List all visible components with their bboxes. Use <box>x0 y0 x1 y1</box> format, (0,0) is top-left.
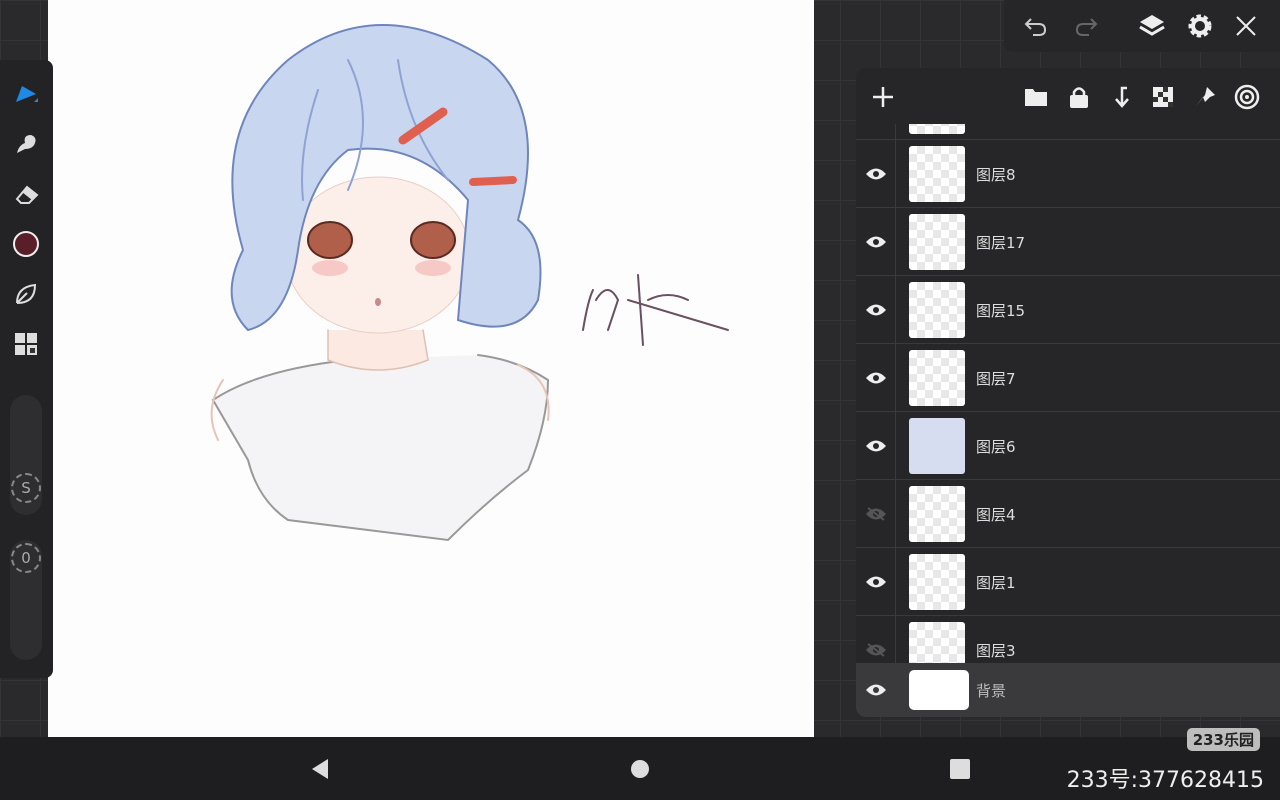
layer-row-background[interactable]: 背景 <box>856 663 1280 717</box>
layer-row[interactable] <box>856 124 1280 140</box>
user-id-watermark: 233号:377628415 <box>1066 768 1264 793</box>
drawing-canvas[interactable] <box>48 0 814 737</box>
eraser-tool-icon[interactable] <box>8 176 44 212</box>
layer-thumbnail <box>909 486 965 542</box>
visibility-eye-icon[interactable] <box>856 663 896 717</box>
add-layer-icon[interactable] <box>868 82 898 112</box>
layer-thumbnail <box>909 350 965 406</box>
layer-row[interactable]: 图层3 <box>856 615 1280 663</box>
watermark-logo: 233乐园 <box>1186 728 1260 751</box>
layer-row[interactable]: 图层6 <box>856 411 1280 480</box>
leaf-shape-icon[interactable] <box>8 276 44 312</box>
lock-icon[interactable] <box>1064 82 1094 112</box>
visibility-eye-icon[interactable] <box>856 276 896 344</box>
folder-icon[interactable] <box>1021 82 1051 112</box>
gallery-grid-icon[interactable] <box>8 326 44 362</box>
home-icon[interactable] <box>628 757 652 781</box>
brush-tool-icon[interactable] <box>8 76 44 112</box>
layer-name: 图层7 <box>976 370 1016 388</box>
hidden-eye-icon[interactable] <box>856 616 896 663</box>
layer-row[interactable]: 图层7 <box>856 343 1280 412</box>
pin-icon[interactable] <box>1190 82 1220 112</box>
merge-down-icon[interactable] <box>1106 82 1136 112</box>
recents-icon[interactable] <box>948 757 972 781</box>
undo-icon[interactable] <box>1020 10 1052 42</box>
layer-name: 图层4 <box>976 506 1016 524</box>
layer-list[interactable]: 图层8 图层17 图层15 图层7 图层6 图层4 图层1 图层3 <box>856 124 1280 663</box>
layer-thumbnail <box>909 214 965 270</box>
visibility-eye-icon[interactable] <box>856 140 896 208</box>
layer-thumbnail <box>909 418 965 474</box>
layer-thumbnail <box>909 554 965 610</box>
smudge-tool-icon[interactable] <box>8 126 44 162</box>
layer-row[interactable]: 图层17 <box>856 207 1280 276</box>
hidden-eye-icon[interactable] <box>856 480 896 548</box>
layer-name: 图层1 <box>976 574 1016 592</box>
layer-thumbnail <box>909 670 969 710</box>
settings-gear-icon[interactable] <box>1184 10 1216 42</box>
opacity-slider-handle[interactable]: 0 <box>11 543 41 573</box>
layer-name: 图层17 <box>976 234 1026 252</box>
back-icon[interactable] <box>308 757 332 781</box>
layer-name: 图层15 <box>976 302 1026 320</box>
visibility-eye-icon[interactable] <box>856 208 896 276</box>
close-icon[interactable] <box>1230 10 1262 42</box>
visibility-eye-icon[interactable] <box>856 548 896 616</box>
layer-row[interactable]: 图层1 <box>856 547 1280 616</box>
visibility-eye-icon[interactable] <box>856 412 896 480</box>
redo-icon[interactable] <box>1070 10 1102 42</box>
visibility-eye-icon[interactable] <box>856 344 896 412</box>
artwork <box>210 24 729 542</box>
size-slider-handle[interactable]: S <box>11 473 41 503</box>
layer-row[interactable]: 图层4 <box>856 479 1280 548</box>
layer-row[interactable]: 图层15 <box>856 275 1280 344</box>
layer-name: 图层8 <box>976 166 1016 184</box>
layers-icon[interactable] <box>1136 10 1168 42</box>
layer-thumbnail <box>909 282 965 338</box>
layer-thumbnail <box>909 146 965 202</box>
tool-sidebar: S 0 <box>0 60 53 678</box>
layer-name: 背景 <box>976 682 1007 700</box>
top-toolbar <box>1004 0 1280 52</box>
layers-panel: 图层8 图层17 图层15 图层7 图层6 图层4 图层1 图层3 背景 <box>856 68 1280 717</box>
layer-name: 图层6 <box>976 438 1016 456</box>
layer-row[interactable]: 图层8 <box>856 139 1280 208</box>
target-icon[interactable] <box>1232 82 1262 112</box>
color-picker-button[interactable] <box>8 226 44 262</box>
layer-name: 图层3 <box>976 642 1016 660</box>
transparency-checker-icon[interactable] <box>1148 82 1178 112</box>
layer-thumbnail <box>909 622 965 663</box>
